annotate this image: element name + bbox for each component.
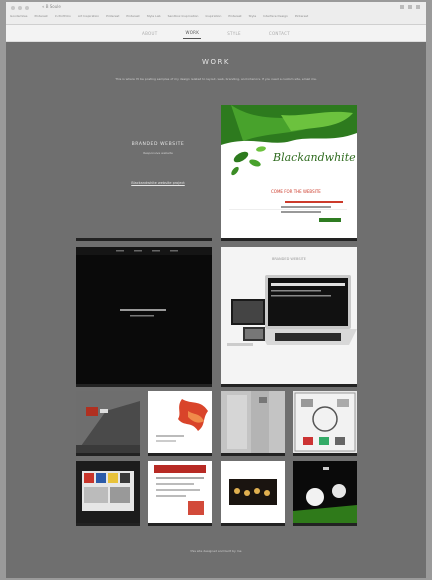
tile-graphic: [76, 461, 140, 523]
bookmark-item[interactable]: Inspiration: [205, 14, 221, 22]
tile-shadow: [76, 523, 140, 526]
nav-contact[interactable]: CONTACT: [267, 28, 292, 39]
page-title: WORK: [202, 58, 230, 66]
nav-style[interactable]: STYLE: [225, 28, 243, 39]
site-nav: ABOUT WORK STYLE CONTACT: [6, 25, 426, 42]
tile-shadow: [148, 523, 212, 526]
portfolio-tile-laptop[interactable]: BRANDED WEBSITE: [221, 247, 357, 384]
portfolio-tile-dark-site[interactable]: [76, 247, 212, 384]
portfolio-tile-small[interactable]: [148, 461, 212, 523]
browser-chrome: « B Soule Goodsmiles Pinterest In Portfo…: [6, 2, 426, 25]
portfolio-tile-small[interactable]: [293, 461, 357, 523]
tile-graphic: [294, 392, 356, 452]
share-icon: [400, 5, 404, 9]
nav-work[interactable]: WORK: [183, 27, 202, 39]
screenshot-frame: « B Soule Goodsmiles Pinterest In Portfo…: [0, 0, 432, 580]
intro-text: This is where I'll be posting samples of…: [115, 77, 317, 81]
tile-shadow: [221, 384, 357, 387]
bookmarks-bar: Goodsmiles Pinterest In Portfolio Art In…: [10, 14, 422, 22]
tile-shadow: [221, 453, 285, 456]
portfolio-tile-blackandwhite[interactable]: Blackandwhite COME FOR THE WEBSITE: [221, 105, 357, 238]
tile-shadow: [293, 453, 357, 456]
portfolio-tile-small[interactable]: [76, 391, 140, 453]
laptop-graphic: [227, 275, 357, 346]
tile-shadow: [76, 453, 140, 456]
tile-shadow: [148, 453, 212, 456]
tile-graphic: [229, 479, 277, 505]
tile-shadow: [76, 384, 212, 387]
leaf-graphic: [221, 105, 357, 222]
portfolio-tile-small[interactable]: [76, 461, 140, 523]
browser-window: « B Soule Goodsmiles Pinterest In Portfo…: [6, 2, 426, 578]
bookmark-item[interactable]: Interface Design: [263, 14, 288, 22]
bookmark-item[interactable]: Style Lab: [147, 14, 161, 22]
toolbar-icons[interactable]: [400, 5, 420, 9]
tile-graphic: [156, 399, 208, 442]
tile-graphic: [76, 391, 140, 453]
bookmark-item[interactable]: In Portfolio: [55, 14, 71, 22]
bw-tagline: COME FOR THE WEBSITE: [271, 189, 321, 194]
bookmark-item[interactable]: Pinterest: [228, 14, 241, 22]
tile-graphic: [293, 461, 357, 523]
portfolio-tile-small[interactable]: [293, 391, 357, 453]
bookmark-item[interactable]: Pinterest: [34, 14, 47, 22]
featured-link[interactable]: Blackandwhite website project: [102, 181, 214, 185]
portfolio-tile-small[interactable]: [221, 461, 285, 523]
dark-site-graphic: [76, 247, 212, 317]
tile-graphic: [221, 391, 285, 453]
laptop-tile-label: BRANDED WEBSITE: [271, 257, 307, 261]
tile-shadow: [221, 523, 285, 526]
tile-shadow: [221, 238, 357, 241]
tile-shadow: [76, 238, 212, 241]
bookmark-item[interactable]: Art Inspiration: [78, 14, 99, 22]
bookmark-item[interactable]: Pinterest: [295, 14, 308, 22]
portfolio-tile-small[interactable]: [221, 391, 285, 453]
window-title: « B Soule: [42, 4, 61, 9]
featured-title: BRANDED WEBSITE: [131, 142, 185, 147]
bookmark-item[interactable]: Pinterest: [106, 14, 119, 22]
settings-icon: [416, 5, 420, 9]
featured-subtitle: Responsive website: [143, 151, 173, 155]
bookmark-item[interactable]: Goodsmiles: [10, 14, 27, 22]
bookmark-item[interactable]: Pinterest: [126, 14, 139, 22]
portfolio-tile-small[interactable]: [148, 391, 212, 453]
featured-project-text: BRANDED WEBSITE Responsive website Black…: [102, 142, 214, 185]
download-icon: [408, 5, 412, 9]
bookmark-item[interactable]: Style: [249, 14, 257, 22]
window-controls[interactable]: [11, 6, 29, 10]
bookmark-item[interactable]: Sandbox Insprnation: [168, 14, 199, 22]
bw-logo: Blackandwhite: [273, 151, 356, 164]
tile-graphic: [154, 465, 206, 515]
nav-about[interactable]: ABOUT: [140, 28, 159, 39]
tile-shadow: [293, 523, 357, 526]
footer-text: this site designed and built by me: [190, 549, 242, 553]
